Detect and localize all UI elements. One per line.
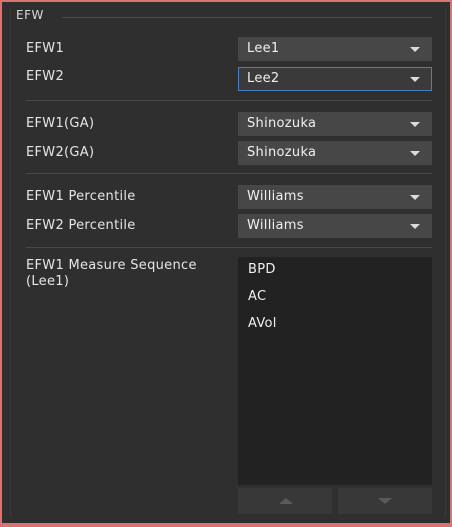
- efw2-dropdown[interactable]: Lee2: [238, 67, 432, 91]
- triangle-up-icon: [279, 498, 293, 504]
- list-item[interactable]: AC: [248, 289, 266, 304]
- efw1-percentile-dropdown-value: Williams: [247, 189, 304, 204]
- group-title: EFW: [16, 8, 44, 22]
- chevron-down-icon: [410, 224, 420, 229]
- efw2-ga-dropdown[interactable]: Shinozuka: [238, 141, 432, 165]
- efw2-percentile-label: EFW2 Percentile: [26, 218, 136, 233]
- efw2-dropdown-value: Lee2: [247, 71, 280, 86]
- chevron-down-icon: [410, 77, 420, 82]
- list-item[interactable]: AVol: [248, 316, 277, 331]
- measure-sequence-list[interactable]: BPD AC AVol: [238, 257, 432, 485]
- efw1-dropdown-value: Lee1: [247, 41, 280, 56]
- list-item[interactable]: BPD: [248, 262, 276, 277]
- move-up-button[interactable]: [238, 488, 332, 514]
- chevron-down-icon: [410, 195, 420, 200]
- section-divider: [26, 247, 432, 248]
- efw2-percentile-dropdown[interactable]: Williams: [238, 214, 432, 238]
- efw2-ga-dropdown-value: Shinozuka: [247, 145, 317, 160]
- efw1-ga-dropdown[interactable]: Shinozuka: [238, 112, 432, 136]
- efw2-ga-label: EFW2(GA): [26, 145, 95, 160]
- chevron-down-icon: [410, 47, 420, 52]
- chevron-down-icon: [410, 151, 420, 156]
- measure-sequence-label: EFW1 Measure Sequence: [26, 258, 197, 273]
- efw1-percentile-label: EFW1 Percentile: [26, 189, 136, 204]
- triangle-down-icon: [378, 498, 392, 504]
- group-title-divider: [62, 17, 432, 18]
- efw1-percentile-dropdown[interactable]: Williams: [238, 185, 432, 209]
- chevron-down-icon: [410, 122, 420, 127]
- efw1-ga-dropdown-value: Shinozuka: [247, 116, 317, 131]
- efw1-dropdown[interactable]: Lee1: [238, 37, 432, 61]
- efw1-ga-label: EFW1(GA): [26, 116, 95, 131]
- efw2-label: EFW2: [26, 69, 65, 84]
- efw2-percentile-dropdown-value: Williams: [247, 218, 304, 233]
- measure-sequence-sublabel: (Lee1): [26, 274, 70, 289]
- section-divider: [26, 173, 432, 174]
- move-down-button[interactable]: [338, 488, 432, 514]
- efw1-label: EFW1: [26, 41, 65, 56]
- section-divider: [26, 100, 432, 101]
